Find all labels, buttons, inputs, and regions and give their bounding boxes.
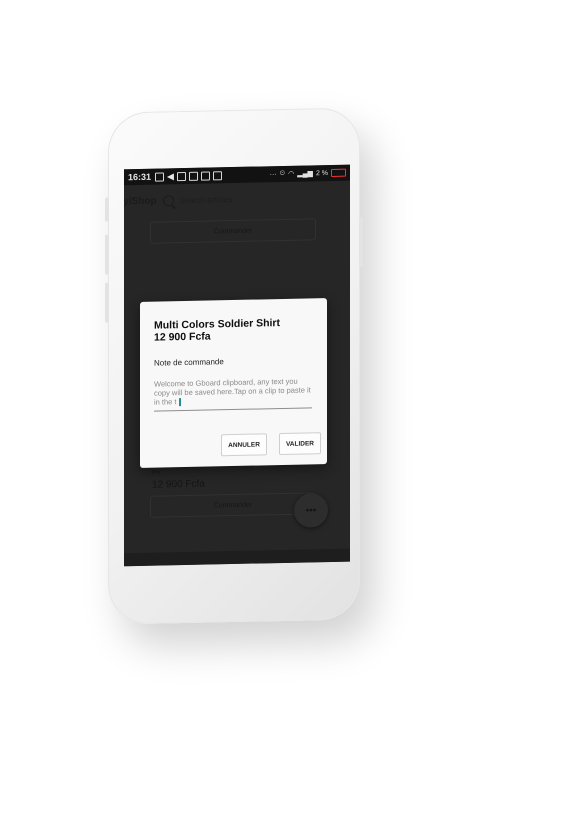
gallery-icon — [200, 171, 210, 181]
mute-switch — [105, 197, 109, 222]
search-icon[interactable] — [162, 194, 174, 206]
price-label: Prix — [152, 469, 161, 476]
more-notifications-icon: ··· — [269, 170, 277, 178]
wifi-icon: ◠ — [288, 170, 295, 178]
cancel-button[interactable]: ANNULER — [221, 433, 267, 457]
phone-screen: 16:31 ◀ ··· ⏲ ◠ ▂▄▆ 2 % RyiShop Search a… — [124, 164, 350, 567]
order-dialog: Multi Colors Soldier Shirt 12 900 Fcfa N… — [140, 298, 327, 468]
order-note-value: Welcome to Gboard clipboard, any text yo… — [154, 376, 311, 407]
order-note-input[interactable]: Welcome to Gboard clipboard, any text yo… — [154, 376, 312, 412]
text-cursor — [178, 398, 181, 407]
commander-button-top[interactable]: Commander — [150, 218, 316, 244]
order-note-label: Note de commande — [154, 357, 224, 368]
gallery-icon — [188, 171, 198, 181]
notification-icon — [155, 171, 165, 182]
product-price: 12 900 Fcfa — [152, 478, 205, 491]
volume-down-button — [105, 282, 109, 323]
status-bar: 16:31 ◀ ··· ⏲ ◠ ▂▄▆ 2 % — [124, 164, 350, 186]
more-options-fab[interactable]: ••• — [294, 493, 328, 528]
gallery-icon — [176, 171, 186, 181]
dialog-actions: ANNULER VALIDER — [221, 432, 321, 457]
dialog-title: Multi Colors Soldier Shirt 12 900 Fcfa — [154, 317, 280, 344]
phone-frame: 16:31 ◀ ··· ⏲ ◠ ▂▄▆ 2 % RyiShop Search a… — [105, 107, 363, 625]
commander-button-bottom[interactable]: Commander — [150, 492, 316, 518]
search-input[interactable]: Search articles — [180, 195, 233, 205]
battery-icon — [331, 168, 346, 177]
status-right: ··· ⏲ ◠ ▂▄▆ 2 % — [269, 168, 346, 179]
image-icon — [212, 170, 222, 180]
alarm-icon: ⏲ — [279, 169, 286, 178]
confirm-button[interactable]: VALIDER — [278, 432, 321, 456]
bottom-navigation — [124, 548, 350, 567]
power-button — [359, 217, 363, 268]
battery-percent: 2 % — [315, 169, 328, 177]
status-time: 16:31 — [128, 171, 152, 183]
app-bar: RyiShop Search articles — [124, 186, 350, 211]
volume-up-button — [105, 234, 109, 275]
app-title: RyiShop — [124, 195, 157, 207]
telegram-icon: ◀ — [167, 170, 174, 181]
dialog-product-price: 12 900 Fcfa — [154, 330, 211, 344]
signal-icon: ▂▄▆ — [297, 170, 313, 178]
